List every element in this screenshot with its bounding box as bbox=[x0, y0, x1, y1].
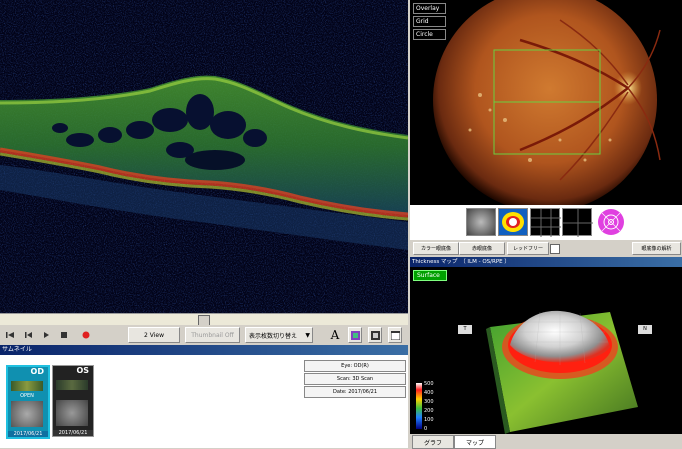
fundus-map-strip bbox=[410, 205, 682, 240]
red-free-button[interactable]: レッドフリー bbox=[507, 242, 549, 255]
thickness-color-thumbnail[interactable] bbox=[498, 208, 528, 236]
grid-map-thumbnail[interactable] bbox=[530, 208, 561, 237]
thumbnail-eye-label: OD bbox=[30, 367, 44, 376]
red-fundus-button[interactable]: 赤眼底像 bbox=[459, 242, 505, 255]
etdrs-circle-thumbnail[interactable] bbox=[596, 208, 626, 236]
overlay-button[interactable]: Overlay bbox=[413, 3, 446, 14]
window-mode-icon[interactable] bbox=[388, 327, 402, 343]
thumbnail-panel-title: サムネイル bbox=[0, 345, 408, 355]
scale-label: 500 bbox=[424, 381, 434, 387]
stop-icon[interactable] bbox=[58, 327, 70, 343]
thumbnail-oct-preview bbox=[11, 381, 43, 391]
thumbnail-fundus-preview bbox=[56, 400, 88, 426]
two-view-button[interactable]: 2 View bbox=[128, 327, 180, 343]
thumbnail-date: 2017/06/21 bbox=[8, 431, 48, 437]
thumbnail-fundus-preview bbox=[11, 401, 43, 427]
date-info: Date: 2017/06/21 bbox=[304, 386, 406, 398]
circle-button[interactable]: Circle bbox=[413, 29, 446, 40]
thickness-map-title: Thickness マップ （ ILM - OS/RPE ） bbox=[410, 257, 682, 267]
tab-graph[interactable]: グラフ bbox=[412, 435, 454, 449]
tab-map[interactable]: マップ bbox=[454, 435, 496, 449]
grid-map-thumbnail-2[interactable] bbox=[562, 208, 593, 237]
scale-label: 0 bbox=[424, 426, 428, 432]
record-icon[interactable] bbox=[80, 327, 92, 343]
fundus-analysis-button[interactable]: 眼底像の解析 bbox=[632, 242, 681, 255]
grayscale-mode-icon[interactable] bbox=[368, 327, 382, 343]
scale-label: 200 bbox=[424, 408, 434, 414]
first-frame-icon[interactable] bbox=[4, 327, 16, 343]
fundus-image-panel[interactable]: Overlay Grid Circle bbox=[410, 0, 682, 205]
thumbnail-od[interactable]: OD OPEN 2017/06/21 bbox=[6, 365, 50, 439]
thickness-tabs: グラフ マップ bbox=[410, 434, 682, 449]
previous-frame-icon[interactable] bbox=[22, 327, 34, 343]
scale-label: 100 bbox=[424, 417, 434, 423]
thumbnail-eye-label: OS bbox=[76, 366, 89, 375]
thumbnail-panel: OD OPEN 2017/06/21 OS 2017/06/21 Eye: OD… bbox=[0, 355, 408, 448]
thumbnail-os[interactable]: OS 2017/06/21 bbox=[52, 365, 94, 437]
font-icon[interactable]: A bbox=[328, 327, 342, 343]
thumbnail-off-button[interactable]: Thumbnail Off bbox=[185, 327, 240, 343]
scan-info: Scan: 3D Scan bbox=[304, 373, 406, 385]
grid-button[interactable]: Grid bbox=[413, 16, 446, 27]
eye-info: Eye: OD(R) bbox=[304, 360, 406, 372]
display-count-label: 表示枚数切り替え bbox=[249, 332, 298, 340]
oct-scan-slider[interactable] bbox=[0, 313, 408, 326]
fundus-button-bar: カラー眼底像 赤眼底像 レッドフリー 眼底像の解析 bbox=[410, 240, 682, 256]
thickness-3d-panel[interactable]: Surface T N 500 400 300 200 100 0 bbox=[410, 267, 682, 434]
color-mode-icon[interactable] bbox=[348, 327, 362, 343]
fundus-grayscale-thumbnail[interactable] bbox=[466, 208, 496, 236]
orientation-temporal-label: T bbox=[458, 325, 472, 334]
thickness-scale-labels: 500 400 300 200 100 0 bbox=[424, 380, 434, 434]
display-count-dropdown[interactable]: 表示枚数切り替え ▼ bbox=[245, 327, 313, 343]
oct-bscan-image[interactable] bbox=[0, 0, 408, 313]
red-free-checkbox[interactable] bbox=[550, 244, 560, 254]
thumbnail-oct-preview bbox=[56, 380, 88, 390]
chevron-down-icon: ▼ bbox=[305, 331, 310, 339]
scale-label: 300 bbox=[424, 399, 434, 405]
surface-button[interactable]: Surface bbox=[413, 270, 447, 281]
play-icon[interactable] bbox=[40, 327, 52, 343]
thumbnail-status: OPEN bbox=[20, 393, 34, 399]
scale-label: 400 bbox=[424, 390, 434, 396]
orientation-nasal-label: N bbox=[638, 325, 652, 334]
thumbnail-date: 2017/06/21 bbox=[53, 430, 93, 436]
playback-toolbar: 2 View Thumbnail Off 表示枚数切り替え ▼ A bbox=[0, 325, 408, 345]
color-fundus-button[interactable]: カラー眼底像 bbox=[413, 242, 459, 255]
